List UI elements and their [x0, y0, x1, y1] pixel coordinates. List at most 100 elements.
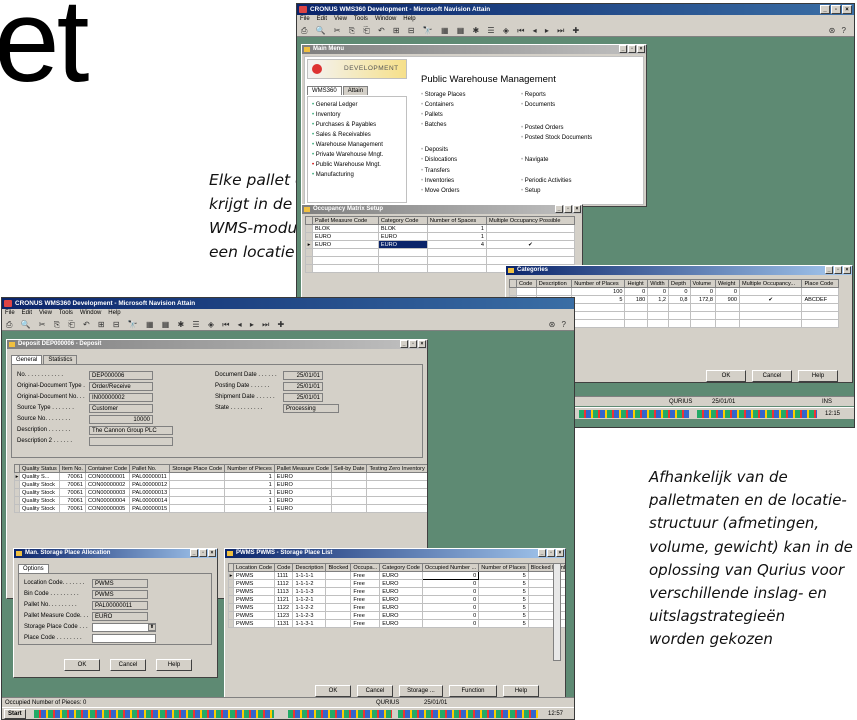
toolbar-icons[interactable]: ⎙ 🔍 ✂ ⎘ ⎗ ↶ ⊞ ⊟ 🔭 ▦ ▦ ✱ ☰ ◈ ⏮ ◂ ▸ ⏭ ✚	[301, 26, 582, 35]
table-cell[interactable]: PWMS	[232, 611, 276, 620]
vertical-scrollbar[interactable]	[553, 563, 561, 661]
col-header[interactable]: Number of Pieces	[224, 464, 275, 473]
table-cell[interactable]	[325, 579, 352, 588]
table-cell[interactable]: 172,8	[689, 295, 716, 304]
table-cell[interactable]: 1-1-1-1	[292, 571, 327, 580]
col-header[interactable]: Height	[624, 279, 649, 288]
lookup-arrow-icon[interactable]: ⬍	[148, 624, 156, 631]
field-description[interactable]: The Cannon Group PLC	[89, 426, 173, 435]
col-header[interactable]: Volume	[689, 279, 716, 288]
table-cell[interactable]: 1	[224, 496, 275, 505]
field-document-date[interactable]: 25/01/01	[283, 371, 323, 380]
restore-icon[interactable]: ▫	[834, 266, 842, 274]
link-documents[interactable]: Documents	[521, 102, 555, 108]
table-cell[interactable]	[330, 504, 368, 513]
table-cell[interactable]	[647, 303, 670, 312]
minimize-icon[interactable]: _	[538, 549, 546, 557]
cell[interactable]: BLOK	[312, 224, 379, 233]
tab-options[interactable]: Options	[18, 564, 49, 573]
tab-general[interactable]: General	[11, 355, 43, 364]
cell[interactable]: 1	[426, 232, 487, 241]
table-cell[interactable]	[426, 248, 487, 257]
close-icon[interactable]: ×	[418, 340, 426, 348]
table-cell[interactable]: 1131	[274, 619, 294, 628]
cancel-button[interactable]: Cancel	[752, 370, 792, 382]
col-header[interactable]: Depth	[668, 279, 691, 288]
col-header[interactable]: Pallet Measure Code	[312, 216, 379, 225]
link-posted-orders[interactable]: Posted Orders	[521, 125, 564, 131]
table-cell[interactable]: 0	[421, 619, 480, 628]
table-cell[interactable]: CON00000005	[84, 504, 131, 513]
menu-view[interactable]: View	[334, 16, 347, 22]
table-cell[interactable]: CON00000004	[84, 496, 131, 505]
link-navigate[interactable]: Navigate	[521, 157, 549, 163]
table-cell[interactable]: 1-1-2-1	[292, 595, 327, 604]
table-row[interactable]: Quality Stock 70061 CON00000003 PAL00000013…	[14, 488, 427, 497]
col-header[interactable]: Multiple Occupancy Possible	[485, 216, 576, 225]
tab-wms360[interactable]: WMS360	[307, 86, 342, 95]
cell[interactable]: BLOK	[377, 224, 428, 233]
table-cell[interactable]	[714, 311, 740, 320]
tab-statistics[interactable]: Statistics	[43, 355, 78, 364]
table-cell[interactable]: 1-1-1-3	[292, 587, 327, 596]
table-cell[interactable]	[801, 287, 839, 296]
table-cell[interactable]: Quality Stock	[19, 504, 60, 513]
table-cell[interactable]	[330, 480, 368, 489]
table-row[interactable]: PWMS 1121 1-1-2-1 Free EURO 0 5	[228, 595, 565, 604]
table-cell[interactable]	[330, 472, 368, 481]
table-cell[interactable]: 0	[689, 287, 716, 296]
table-cell[interactable]: 0	[421, 587, 480, 596]
table-row[interactable]: ▸ PWMS 1111 1-1-1-1 Free EURO 0 5	[228, 571, 565, 580]
menu-tools[interactable]: Tools	[354, 16, 368, 22]
cell[interactable]: EURO	[377, 232, 428, 241]
table-cell[interactable]	[571, 303, 626, 312]
table-cell[interactable]: Free	[350, 603, 381, 612]
table-cell[interactable]	[325, 571, 352, 580]
table-cell[interactable]	[535, 287, 573, 296]
table-cell[interactable]: EURO	[379, 571, 423, 580]
table-row[interactable]: Quality Stock 70061 CON00000005 PAL00000015…	[14, 504, 427, 513]
table-cell[interactable]	[509, 279, 517, 288]
field-storage-place-code[interactable]	[92, 623, 156, 632]
table-cell[interactable]: 100	[571, 287, 626, 296]
field-place-code[interactable]	[92, 634, 156, 643]
nav-purchases[interactable]: Purchases & Payables	[312, 122, 376, 128]
table-row[interactable]: EURO EURO 1	[305, 232, 576, 241]
checkbox-cell[interactable]: ✔	[485, 240, 576, 249]
toolbar-icons[interactable]: ⎙ 🔍 ✂ ⎘ ⎗ ↶ ⊞ ⊟ 🔭 ▦ ▦ ✱ ☰ ◈ ⏮ ◂ ▸ ⏭ ✚	[6, 320, 287, 329]
table-cell[interactable]: Free	[350, 595, 381, 604]
table-cell[interactable]: 70061	[58, 504, 86, 513]
table-cell[interactable]	[738, 311, 803, 320]
table-cell[interactable]	[509, 287, 517, 296]
field-location-code[interactable]: PWMS	[92, 579, 148, 588]
table-cell[interactable]: EURO	[273, 496, 333, 505]
table-row[interactable]: PWMS 1122 1-1-2-2 Free EURO 0 5	[228, 603, 565, 612]
table-cell[interactable]: Quality S...	[19, 472, 60, 481]
table-cell[interactable]: Free	[350, 587, 381, 596]
col-header[interactable]: Occupa...	[350, 563, 381, 572]
table-cell[interactable]	[305, 248, 313, 257]
table-cell[interactable]: 1121	[274, 595, 294, 604]
storage-menu-button[interactable]: Storage ...	[399, 685, 443, 697]
table-cell[interactable]	[325, 619, 352, 628]
table-cell[interactable]: PAL00000015	[129, 504, 171, 513]
col-header[interactable]: Description	[535, 279, 573, 288]
table-cell[interactable]: Free	[350, 611, 381, 620]
table-cell[interactable]	[571, 319, 626, 328]
col-header[interactable]: Place Code	[801, 279, 839, 288]
tab-attain[interactable]: Attain	[342, 86, 369, 95]
close-icon[interactable]: ×	[208, 549, 216, 557]
table-cell[interactable]	[801, 303, 839, 312]
col-header[interactable]: Code	[516, 279, 537, 288]
table-row[interactable]: BLOK BLOK 1	[305, 224, 576, 233]
table-cell[interactable]: CON00000002	[84, 480, 131, 489]
minimize-icon[interactable]: _	[190, 549, 198, 557]
nav-warehouse[interactable]: Warehouse Management	[312, 142, 383, 148]
table-cell[interactable]	[668, 311, 691, 320]
table-cell[interactable]: PWMS	[232, 603, 276, 612]
table-cell[interactable]: EURO	[379, 611, 423, 620]
table-cell[interactable]	[801, 311, 839, 320]
ok-button[interactable]: OK	[706, 370, 746, 382]
help-button[interactable]: Help	[156, 659, 192, 671]
cell[interactable]: 1	[426, 224, 487, 233]
